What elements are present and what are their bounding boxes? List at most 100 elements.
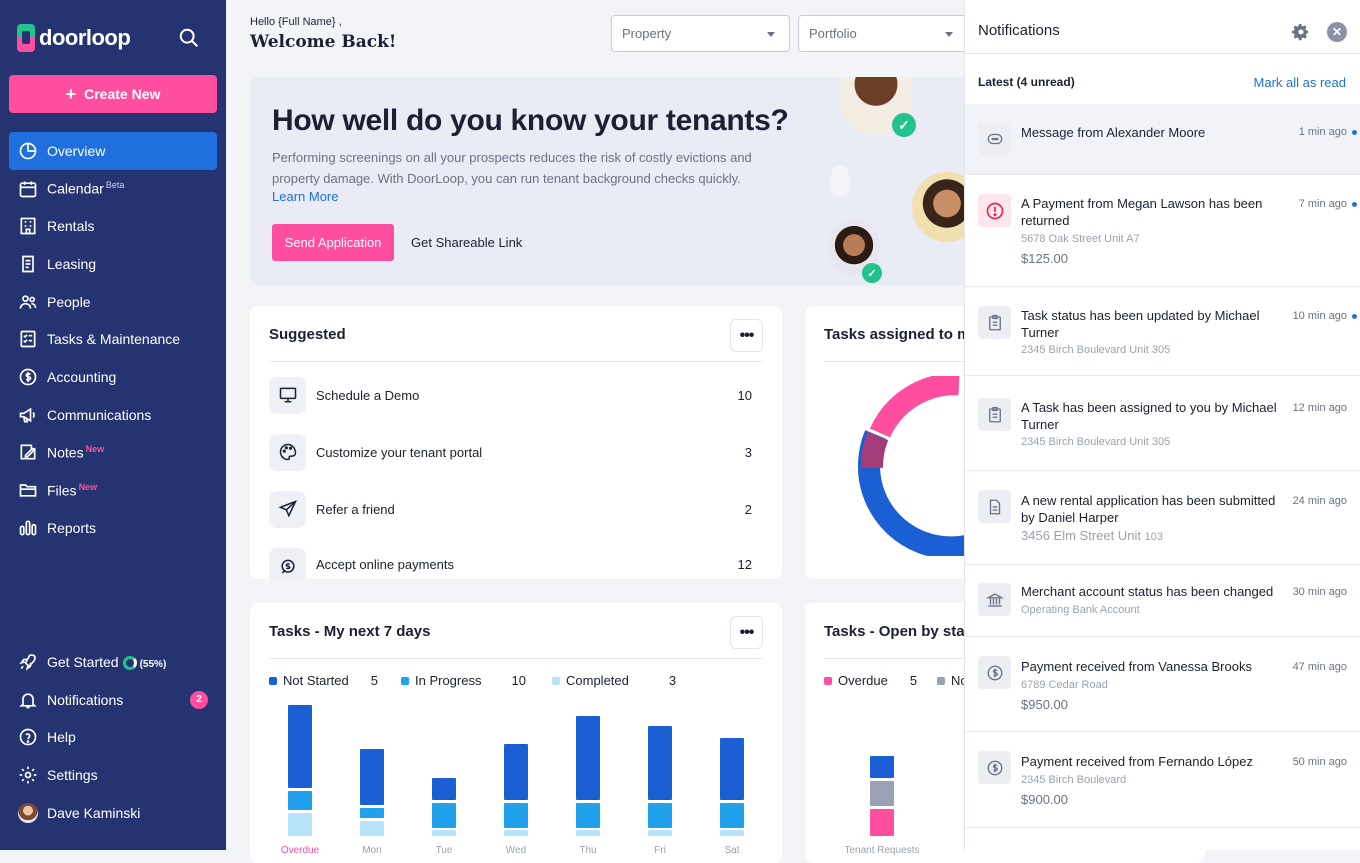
dollar-icon xyxy=(978,656,1011,689)
sidebar-item-people[interactable]: People xyxy=(9,283,217,321)
bar-segment xyxy=(870,756,894,778)
sidebar-item-rentals[interactable]: Rentals xyxy=(9,207,217,245)
rentals-icon xyxy=(20,217,36,235)
suggested-item[interactable]: Customize your tenant portal 3 xyxy=(269,433,763,471)
suggested-item-label: Accept online payments xyxy=(316,557,455,572)
dollar-icon xyxy=(978,751,1011,784)
shareable-link-button[interactable]: Get Shareable Link xyxy=(411,235,522,250)
learn-more-link[interactable]: Learn More xyxy=(272,189,338,204)
search-icon[interactable] xyxy=(178,27,200,49)
bar-completed xyxy=(360,821,384,836)
sidebar-item-user[interactable]: Dave Kaminski xyxy=(9,794,217,832)
sidebar-item-label: Calendar xyxy=(47,180,104,197)
legend-item-overdue[interactable]: Overdue 5 xyxy=(824,673,917,688)
bar-in-progress xyxy=(720,803,744,828)
bar-in-progress xyxy=(576,803,600,828)
notification-item[interactable]: Payment received from Fernando López 234… xyxy=(965,732,1360,828)
sidebar-item-settings[interactable]: Settings xyxy=(9,756,217,794)
suggested-item[interactable]: Accept online payments 12 xyxy=(269,546,763,579)
notification-subtitle: 2345 Birch Boulevard Unit 305 xyxy=(1021,436,1171,448)
plus-icon: + xyxy=(65,84,77,104)
notification-item[interactable]: A Payment from Megan Lawson has been ret… xyxy=(965,175,1360,287)
notification-time: 12 min ago xyxy=(1292,402,1347,414)
get-started-progress: (55%) xyxy=(139,658,167,670)
sidebar-item-label: Help xyxy=(47,729,76,746)
create-new-label: Create New xyxy=(84,86,161,102)
legend-item-completed[interactable]: Completed 3 xyxy=(552,673,676,688)
welcome-text: Welcome Back! xyxy=(250,32,397,52)
suggested-item[interactable]: Schedule a Demo 10 xyxy=(269,376,763,414)
sidebar-item-communications[interactable]: Communications xyxy=(9,396,217,434)
sidebar-item-label: Rentals xyxy=(47,218,95,235)
bar-in-progress xyxy=(432,803,456,828)
notification-time: 47 min ago xyxy=(1292,661,1347,673)
sidebar-item-leasing[interactable]: Leasing xyxy=(9,245,217,283)
notification-title: Payment received from Fernando López xyxy=(1021,754,1253,769)
banner-text: Performing screenings on all your prospe… xyxy=(272,150,752,186)
legend-label: Not Started xyxy=(283,673,349,688)
x-tick-label: Fri xyxy=(654,845,666,856)
new-tag: New xyxy=(85,444,105,455)
sidebar-item-accounting[interactable]: Accounting xyxy=(9,358,217,396)
notification-title: A Payment from Megan Lawson has been ret… xyxy=(1021,196,1263,228)
bar-completed xyxy=(288,813,312,836)
close-icon[interactable]: ✕ xyxy=(1327,22,1347,42)
notification-item[interactable]: Message from Alexander Moore 1 min ago xyxy=(965,104,1360,175)
suggested-item[interactable]: Refer a friend 2 xyxy=(269,490,763,528)
sidebar-item-reports[interactable]: Reports xyxy=(9,509,217,547)
notification-time: 50 min ago xyxy=(1292,756,1347,768)
bank-icon xyxy=(978,583,1011,616)
accounting-icon xyxy=(19,368,37,386)
tasks-next7-bar-chart: Overdue Mon Tue Wed Thu Fri Sat xyxy=(281,705,744,856)
x-tick-label: Overdue xyxy=(281,845,320,856)
notification-item[interactable]: Merchant account status has been changed… xyxy=(965,565,1360,637)
x-tick-label: Thu xyxy=(579,845,596,856)
notification-amount: $900.00 xyxy=(1021,792,1068,807)
unread-dot xyxy=(1352,130,1357,135)
bar-not-started xyxy=(576,716,600,800)
more-options-button[interactable]: ••• xyxy=(730,616,763,649)
send-application-button[interactable]: Send Application xyxy=(272,224,394,261)
create-new-button[interactable]: + Create New xyxy=(9,75,217,113)
property-select[interactable]: Property xyxy=(611,15,790,52)
calendar-icon xyxy=(19,181,37,197)
donut-segment xyxy=(861,431,889,469)
notification-time: 7 min ago xyxy=(1298,198,1347,210)
legend-item-not-started[interactable]: Not Started 5 xyxy=(269,673,378,688)
sidebar-item-calendar[interactable]: Calendar Beta xyxy=(9,170,217,208)
legend-swatch xyxy=(937,676,945,685)
avatar xyxy=(18,802,38,823)
more-options-button[interactable]: ••• xyxy=(730,319,763,352)
mark-all-read-link[interactable]: Mark all as read xyxy=(1254,75,1346,90)
legend-swatch xyxy=(552,676,560,685)
communications-icon xyxy=(19,407,35,423)
sidebar-item-overview[interactable]: Overview xyxy=(9,132,217,170)
logo[interactable]: doorloop xyxy=(17,24,131,52)
legend-item-in-progress[interactable]: In Progress 10 xyxy=(401,673,526,688)
sidebar-item-label: Notifications xyxy=(47,691,124,708)
tasks-next7-title: Tasks - My next 7 days xyxy=(269,623,431,640)
legend-swatch xyxy=(824,676,832,685)
notification-item[interactable]: A Task has been assigned to you by Micha… xyxy=(965,376,1360,471)
sidebar-item-get-started[interactable]: Get Started (55%) xyxy=(9,643,217,681)
portfolio-select[interactable]: Portfolio xyxy=(798,15,968,52)
notification-item[interactable]: Payment received from Vanessa Brooks 678… xyxy=(965,637,1360,732)
sidebar-item-notifications[interactable]: Notifications 2 xyxy=(9,681,217,719)
bar-in-progress xyxy=(648,803,672,828)
notification-item[interactable]: Task status has been updated by Michael … xyxy=(965,287,1360,376)
bar-completed xyxy=(720,830,744,836)
suggested-item-count: 12 xyxy=(737,557,752,572)
sidebar-item-notes[interactable]: Notes New xyxy=(9,434,217,472)
sidebar-item-label: Notes xyxy=(47,444,84,461)
sidebar-item-files[interactable]: Files New xyxy=(9,471,217,509)
gear-icon[interactable] xyxy=(1291,22,1311,42)
notification-time: 1 min ago xyxy=(1298,126,1347,138)
bar-segment xyxy=(870,809,894,836)
notification-item[interactable]: A new rental application has been submit… xyxy=(965,471,1360,565)
sidebar-item-tasks[interactable]: Tasks & Maintenance xyxy=(9,320,217,358)
monitor-icon xyxy=(269,376,306,414)
legend-swatch xyxy=(269,676,277,685)
notes-icon xyxy=(20,444,36,460)
donut-segment xyxy=(869,376,960,438)
sidebar-item-help[interactable]: Help xyxy=(9,718,217,756)
